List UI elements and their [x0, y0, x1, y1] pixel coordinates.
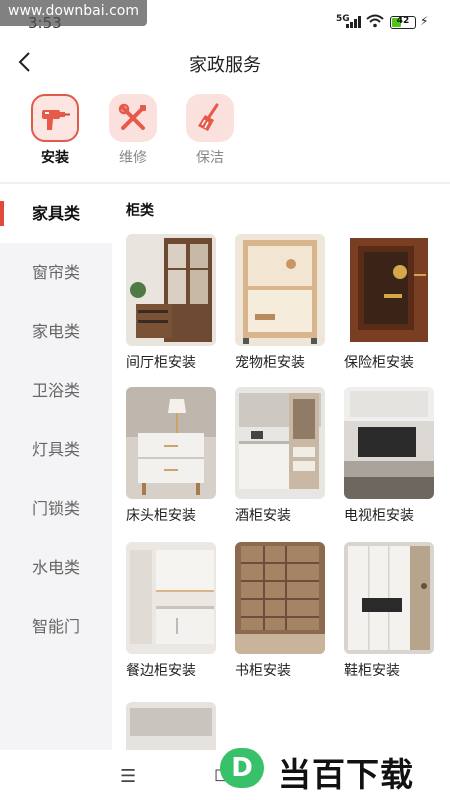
tab-label: 安装	[41, 150, 69, 166]
service-item-partial[interactable]	[126, 702, 224, 750]
item-image	[344, 542, 434, 654]
service-item-nightstand[interactable]: 床头柜安装	[126, 387, 224, 525]
item-label: 电视柜安装	[344, 508, 414, 524]
item-label: 书柜安装	[235, 663, 291, 679]
item-image	[126, 387, 216, 499]
tab-label: 保洁	[196, 150, 224, 166]
sidebar-item-bathroom[interactable]: 卫浴类	[0, 361, 112, 420]
item-label: 餐边柜安装	[126, 663, 196, 679]
tab-cleaning[interactable]: 保洁	[175, 94, 245, 167]
item-image	[126, 542, 216, 654]
item-image	[235, 234, 325, 346]
logo-mark: D	[220, 748, 264, 788]
item-image	[235, 542, 325, 654]
item-label: 间厅柜安装	[126, 355, 196, 371]
wifi-icon	[366, 14, 384, 28]
service-item-sideboard[interactable]: 餐边柜安装	[126, 542, 224, 680]
service-tabs: 安装 维修 保洁	[0, 86, 450, 181]
category-title: 柜类	[126, 203, 154, 219]
header: 家政服务	[0, 40, 450, 86]
service-item-safe[interactable]: 保险柜安装	[344, 234, 442, 372]
item-label: 鞋柜安装	[344, 663, 400, 679]
item-image	[344, 234, 434, 346]
wrench-screwdriver-icon	[109, 94, 157, 142]
item-label: 床头柜安装	[126, 508, 196, 524]
battery-level: 42	[396, 16, 410, 26]
tab-install[interactable]: 安装	[20, 94, 90, 167]
signal-icon	[346, 16, 362, 28]
sidebar-item-lighting[interactable]: 灯具类	[0, 420, 112, 479]
item-image	[126, 702, 216, 750]
item-image	[344, 387, 434, 499]
site-logo: D 当百下载	[220, 746, 446, 794]
sidebar-item-furniture[interactable]: 家具类	[0, 184, 112, 243]
broom-icon	[186, 94, 234, 142]
service-item-partition-cabinet[interactable]: 间厅柜安装	[126, 234, 224, 372]
drill-icon	[31, 94, 79, 142]
service-item-shoe-cabinet[interactable]: 鞋柜安装	[344, 542, 442, 680]
sidebar-item-locks[interactable]: 门锁类	[0, 479, 112, 538]
tab-label: 维修	[119, 150, 147, 166]
status-bar: 3:53 www.downbai.com 5G 42 ⚡	[0, 0, 450, 40]
service-content: 柜类 间厅柜安装 宠物柜安装 保险柜安装 床头柜安装 酒柜安装 电视柜安装 餐边…	[112, 184, 450, 750]
sidebar-item-plumbing-electric[interactable]: 水电类	[0, 538, 112, 597]
category-sidebar: 家具类 窗帘类 家电类 卫浴类 灯具类 门锁类 水电类 智能门	[0, 184, 112, 750]
battery-icon: 42	[390, 16, 416, 29]
item-image	[235, 387, 325, 499]
item-label: 宠物柜安装	[235, 355, 305, 371]
service-item-wine-cabinet[interactable]: 酒柜安装	[235, 387, 333, 525]
charging-icon: ⚡	[420, 14, 429, 28]
service-item-bookcase[interactable]: 书柜安装	[235, 542, 333, 680]
service-item-tv-cabinet[interactable]: 电视柜安装	[344, 387, 442, 525]
watermark: www.downbai.com	[0, 0, 147, 26]
service-item-pet-cabinet[interactable]: 宠物柜安装	[235, 234, 333, 372]
sidebar-item-appliances[interactable]: 家电类	[0, 302, 112, 361]
logo-text: 当百下载	[278, 755, 414, 794]
item-label: 保险柜安装	[344, 355, 414, 371]
sidebar-item-smart-door[interactable]: 智能门	[0, 597, 112, 656]
tab-repair[interactable]: 维修	[98, 94, 168, 167]
menu-icon[interactable]: ☰	[120, 766, 136, 787]
page-title: 家政服务	[189, 55, 261, 76]
item-image	[126, 234, 216, 346]
sidebar-item-curtains[interactable]: 窗帘类	[0, 243, 112, 302]
item-label: 酒柜安装	[235, 508, 291, 524]
